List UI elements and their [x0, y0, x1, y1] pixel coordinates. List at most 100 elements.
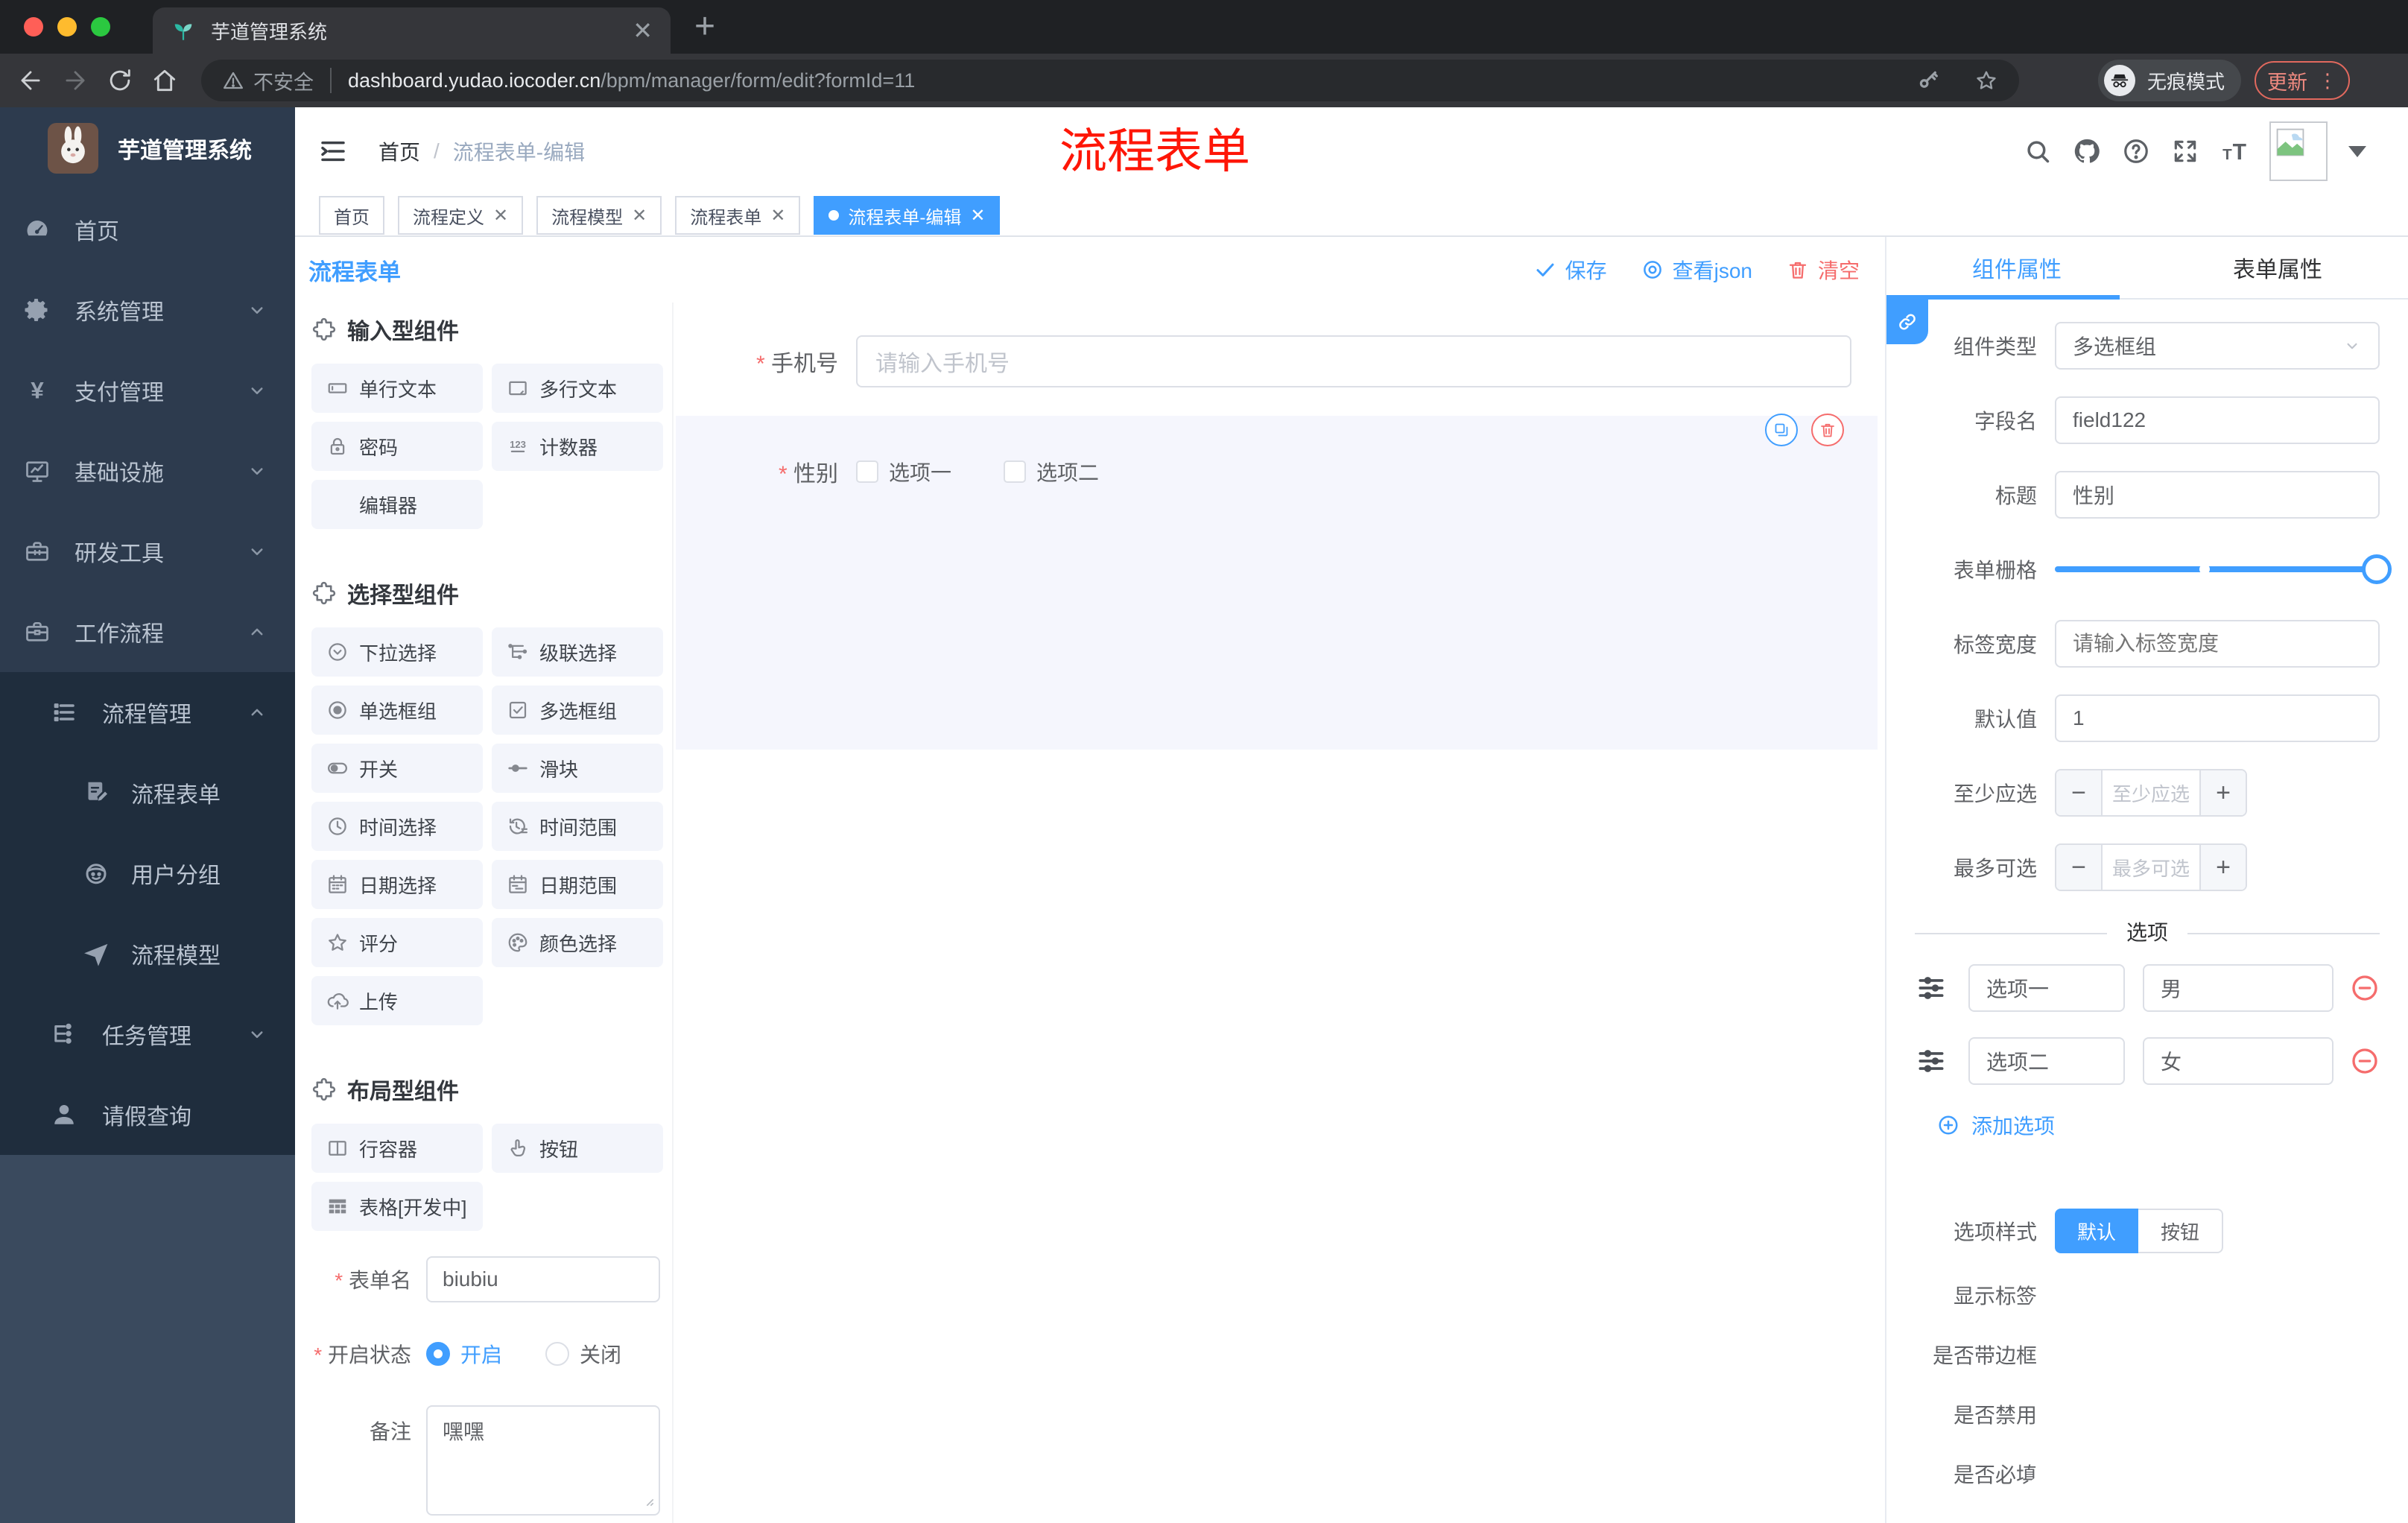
- drag-handle-icon[interactable]: [1915, 1045, 1948, 1077]
- library-item-date-picker[interactable]: 日期选择: [311, 860, 483, 909]
- checkbox-option-2[interactable]: 选项二: [1004, 457, 1099, 487]
- component-type-select[interactable]: 多选框组: [2055, 322, 2380, 370]
- library-item-counter[interactable]: 123 计数器: [492, 422, 663, 471]
- sidebar-item-payment-mgmt[interactable]: ¥ 支付管理: [0, 350, 295, 431]
- phone-input[interactable]: 请输入手机号: [856, 335, 1851, 387]
- password-key-icon[interactable]: [1916, 69, 1940, 92]
- bookmark-star-icon[interactable]: [1974, 69, 1998, 92]
- radio-off-label[interactable]: 关闭: [580, 1339, 621, 1369]
- option-value-input[interactable]: [2143, 964, 2333, 1012]
- remove-option-icon[interactable]: [2350, 973, 2380, 1003]
- field-name-input[interactable]: [2055, 396, 2380, 444]
- checkbox-box[interactable]: [1004, 460, 1027, 483]
- option-style-button[interactable]: 按钮: [2138, 1209, 2224, 1253]
- address-bar[interactable]: 不安全 dashboard.yudao.iocoder.cn/bpm/manag…: [201, 60, 2019, 101]
- library-item-checkbox-group[interactable]: 多选框组: [492, 685, 663, 735]
- tag-close-icon[interactable]: ✕: [770, 205, 785, 227]
- library-item-row-container[interactable]: 行容器: [311, 1124, 483, 1173]
- text-size-icon[interactable]: TT: [2220, 137, 2249, 165]
- view-json-button[interactable]: 查看json: [1641, 255, 1752, 285]
- sidebar-item-system-mgmt[interactable]: 系统管理: [0, 270, 295, 350]
- plus-button[interactable]: +: [2199, 770, 2246, 815]
- sidebar-item-home[interactable]: 首页: [0, 189, 295, 270]
- option-label-input[interactable]: [1968, 964, 2125, 1012]
- library-item-select[interactable]: 下拉选择: [311, 627, 483, 677]
- collapse-sidebar-icon[interactable]: [317, 136, 349, 167]
- save-button[interactable]: 保存: [1534, 255, 1607, 285]
- sidebar-logo[interactable]: 芋道管理系统: [0, 107, 295, 189]
- delete-component-button[interactable]: [1811, 414, 1844, 446]
- default-value-input[interactable]: [2055, 694, 2380, 742]
- title-input[interactable]: [2055, 471, 2380, 519]
- sidebar-item-user-group[interactable]: 用户分组: [0, 833, 295, 914]
- maximize-window-button[interactable]: [91, 17, 110, 37]
- tag-process-form-edit[interactable]: 流程表单-编辑 ✕: [814, 196, 1001, 235]
- user-avatar[interactable]: [2269, 121, 2328, 181]
- update-button[interactable]: 更新 ⋮: [2255, 61, 2350, 100]
- checkbox-box[interactable]: [856, 460, 878, 483]
- plus-button[interactable]: +: [2199, 845, 2246, 890]
- canvas-field-phone[interactable]: 手机号 请输入手机号: [707, 335, 1851, 387]
- minus-button[interactable]: −: [2056, 845, 2103, 890]
- label-width-input[interactable]: [2055, 620, 2380, 668]
- tab-form-props[interactable]: 表单属性: [2147, 237, 2408, 298]
- reload-icon[interactable]: [106, 66, 134, 95]
- sidebar-item-dev-tools[interactable]: 研发工具: [0, 511, 295, 592]
- drag-handle-icon[interactable]: [1915, 972, 1948, 1004]
- library-item-switch[interactable]: 开关: [311, 744, 483, 793]
- library-item-date-range[interactable]: 日期范围: [492, 860, 663, 909]
- new-tab-button[interactable]: +: [694, 6, 715, 47]
- tag-close-icon[interactable]: ✕: [632, 205, 647, 227]
- min-select-value[interactable]: 至少应选: [2103, 770, 2199, 815]
- search-icon[interactable]: [2024, 137, 2052, 165]
- breadcrumb-home[interactable]: 首页: [378, 136, 420, 166]
- library-item-time-picker[interactable]: 时间选择: [311, 802, 483, 851]
- minimize-window-button[interactable]: [57, 17, 77, 37]
- library-item-cascader[interactable]: 级联选择: [492, 627, 663, 677]
- library-item-color-picker[interactable]: 颜色选择: [492, 918, 663, 967]
- library-item-single-line-text[interactable]: 单行文本: [311, 364, 483, 413]
- forward-icon[interactable]: [61, 66, 89, 95]
- add-option-button[interactable]: 添加选项: [1937, 1110, 2055, 1140]
- library-item-password[interactable]: 密码: [311, 422, 483, 471]
- sidebar-item-task-mgmt[interactable]: 任务管理: [0, 994, 295, 1074]
- remark-textarea[interactable]: 嘿嘿: [426, 1405, 660, 1516]
- tag-process-model[interactable]: 流程模型 ✕: [536, 196, 662, 235]
- help-icon[interactable]: [2122, 137, 2150, 165]
- slider-thumb[interactable]: [2362, 554, 2392, 584]
- library-item-button[interactable]: 按钮: [492, 1124, 663, 1173]
- fullscreen-icon[interactable]: [2171, 137, 2199, 165]
- sidebar-item-workflow[interactable]: 工作流程: [0, 592, 295, 672]
- library-item-table[interactable]: 表格[开发中]: [311, 1182, 483, 1231]
- library-item-upload[interactable]: 上传: [311, 976, 483, 1025]
- tag-close-icon[interactable]: ✕: [970, 205, 985, 227]
- checkbox-option-1[interactable]: 选项一: [856, 457, 951, 487]
- option-label-input[interactable]: [1968, 1037, 2125, 1085]
- radio-off[interactable]: [545, 1342, 570, 1366]
- resize-grip-icon[interactable]: [641, 1493, 656, 1508]
- radio-on-label[interactable]: 开启: [460, 1339, 502, 1369]
- sidebar-item-process-form[interactable]: 流程表单: [0, 753, 295, 833]
- library-item-editor[interactable]: 编辑器: [311, 480, 483, 529]
- drawer-link-handle[interactable]: [1886, 300, 1928, 344]
- tab-close-icon[interactable]: ✕: [633, 16, 653, 45]
- option-style-default[interactable]: 默认: [2055, 1209, 2139, 1253]
- browser-menu-icon[interactable]: ⋮: [2318, 69, 2337, 92]
- sidebar-item-process-model[interactable]: 流程模型: [0, 914, 295, 994]
- back-icon[interactable]: [16, 66, 45, 95]
- library-item-radio-group[interactable]: 单选框组: [311, 685, 483, 735]
- sidebar-item-infrastructure[interactable]: 基础设施: [0, 431, 295, 511]
- close-window-button[interactable]: [24, 17, 43, 37]
- selected-component-gender[interactable]: 性别 选项一 选项二: [676, 414, 1878, 750]
- security-label[interactable]: 不安全: [253, 66, 314, 95]
- copy-component-button[interactable]: [1765, 414, 1798, 446]
- form-grid-slider[interactable]: [2055, 545, 2392, 593]
- tag-home[interactable]: 首页: [319, 196, 384, 235]
- library-item-multi-line-text[interactable]: 多行文本: [492, 364, 663, 413]
- form-name-input[interactable]: [426, 1256, 660, 1302]
- library-item-time-range[interactable]: 时间范围: [492, 802, 663, 851]
- max-select-value[interactable]: 最多可选: [2103, 845, 2199, 890]
- tag-process-form[interactable]: 流程表单 ✕: [675, 196, 801, 235]
- browser-tab[interactable]: 芋道管理系统 ✕: [153, 7, 671, 54]
- tag-process-definition[interactable]: 流程定义 ✕: [398, 196, 524, 235]
